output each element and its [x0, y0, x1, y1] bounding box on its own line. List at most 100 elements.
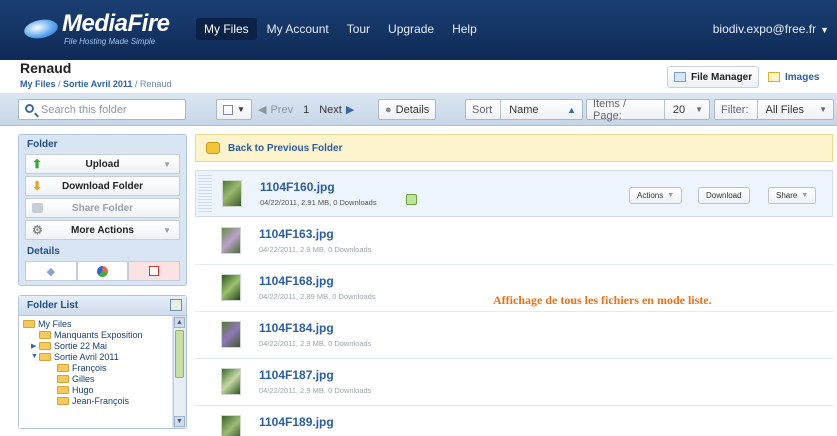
- tree-item-manquants[interactable]: Manquants Exposition: [19, 329, 172, 340]
- nav-help[interactable]: Help: [444, 18, 485, 40]
- file-row[interactable]: 1104F160.jpg 04/22/2011, 2.91 MB, 0 Down…: [195, 170, 833, 217]
- chevron-down-icon: ▼: [820, 25, 829, 35]
- folder-icon: [39, 352, 51, 361]
- file-list: Back to Previous Folder 1104F160.jpg 04/…: [195, 134, 833, 436]
- share-label: Share: [776, 191, 798, 200]
- share-button[interactable]: Share ▼: [768, 187, 817, 204]
- tree-item-sortie-avril[interactable]: ▼ Sortie Avril 2011: [19, 351, 172, 362]
- file-row[interactable]: 1104F163.jpg 04/22/2011, 2.9 MB, 0 Downl…: [195, 218, 833, 265]
- collapse-arrow-icon[interactable]: ▼: [31, 353, 39, 360]
- mediafire-logo[interactable]: MediaFire File Hosting Made Simple: [22, 10, 194, 48]
- share-folder-label: Share Folder: [71, 202, 134, 214]
- scroll-thumb[interactable]: [175, 330, 184, 378]
- tree-item-jean-francois[interactable]: Jean-François: [19, 395, 172, 406]
- file-meta: 04/22/2011, 2.9 MB, 0 Downloads: [259, 386, 372, 395]
- user-email: biodiv.expo@free.fr: [712, 22, 817, 36]
- folder-icon: [57, 396, 69, 405]
- tree-item-gilles[interactable]: Gilles: [19, 373, 172, 384]
- file-thumbnail[interactable]: [221, 368, 241, 395]
- details-button[interactable]: ● Details: [378, 99, 437, 120]
- logo-text: MediaFire: [62, 10, 170, 37]
- file-name[interactable]: 1104F187.jpg: [259, 368, 334, 382]
- download-button[interactable]: Download: [698, 187, 750, 204]
- popout-icon[interactable]: [170, 299, 182, 311]
- scroll-down-icon[interactable]: ▼: [174, 416, 185, 427]
- chevron-down-icon: ▼: [237, 105, 245, 114]
- tag-icon[interactable]: ◆: [25, 261, 77, 281]
- nav-tour[interactable]: Tour: [339, 18, 378, 40]
- file-thumbnail[interactable]: [221, 415, 241, 436]
- search-input[interactable]: Search this folder: [18, 99, 186, 120]
- images-button[interactable]: Images: [762, 66, 825, 88]
- filter-control[interactable]: Filter: All Files ▼: [714, 99, 834, 120]
- folder-list-scrollbar[interactable]: ▲ ▼: [173, 317, 185, 427]
- scroll-up-icon[interactable]: ▲: [174, 317, 185, 328]
- file-thumbnail[interactable]: [221, 227, 241, 254]
- lock-icon[interactable]: [406, 194, 417, 205]
- more-actions-button[interactable]: ⚙ More Actions ▼: [25, 220, 180, 240]
- back-to-previous-folder[interactable]: Back to Previous Folder: [195, 134, 833, 162]
- folder-icon: [39, 341, 51, 350]
- upload-arrow-icon: ⬆: [32, 157, 43, 171]
- drag-handle[interactable]: [198, 175, 212, 213]
- upload-button[interactable]: ⬆ Upload ▼: [25, 154, 180, 174]
- select-all-dropdown[interactable]: ▼: [216, 99, 252, 120]
- user-menu[interactable]: biodiv.expo@free.fr ▼: [713, 22, 829, 36]
- file-thumbnail[interactable]: [222, 180, 242, 207]
- file-name[interactable]: 1104F168.jpg: [259, 274, 334, 288]
- gear-icon: ⚙: [32, 223, 43, 237]
- actions-label: Actions: [637, 191, 664, 200]
- divider: [663, 100, 665, 119]
- select-all-checkbox[interactable]: [223, 104, 233, 115]
- actions-button[interactable]: Actions ▼: [629, 187, 683, 204]
- tree-item-my-files[interactable]: My Files: [19, 318, 172, 329]
- filter-value: All Files: [765, 103, 805, 116]
- nav-my-files[interactable]: My Files: [196, 18, 257, 40]
- file-manager-label: File Manager: [691, 71, 753, 83]
- file-row[interactable]: 1104F189.jpg: [195, 406, 833, 436]
- file-name[interactable]: 1104F184.jpg: [259, 321, 334, 335]
- folder-icon: [57, 363, 69, 372]
- filter-label: Filter:: [721, 103, 749, 116]
- logo-icon: [22, 17, 60, 41]
- nav-my-account[interactable]: My Account: [259, 18, 337, 40]
- download-folder-button[interactable]: ⬇ Download Folder: [25, 176, 180, 196]
- details-heading: Details: [27, 246, 60, 257]
- tree-item-sortie-22-mai[interactable]: ▶ Sortie 22 Mai: [19, 340, 172, 351]
- breadcrumb-current: Renaud: [139, 79, 172, 89]
- images-label: Images: [785, 71, 820, 83]
- page-number: 1: [303, 103, 310, 116]
- share-folder-button[interactable]: Share Folder: [25, 198, 180, 218]
- sort-control[interactable]: Sort Name ▲: [465, 99, 583, 120]
- file-thumbnail[interactable]: [221, 274, 241, 301]
- breadcrumb-my-files[interactable]: My Files: [20, 79, 56, 89]
- file-meta: 04/22/2011, 2.89 MB, 0 Downloads: [259, 292, 376, 301]
- top-bar: MediaFire File Hosting Made Simple My Fi…: [0, 0, 837, 60]
- chevron-down-icon: ▼: [163, 226, 171, 235]
- file-name[interactable]: 1104F189.jpg: [259, 415, 334, 429]
- tree-label: Manquants Exposition: [54, 329, 143, 340]
- back-arrow-icon: [206, 142, 220, 154]
- tree-label: François: [72, 362, 107, 373]
- file-row[interactable]: 1104F187.jpg 04/22/2011, 2.9 MB, 0 Downl…: [195, 359, 833, 406]
- pagination: ◀ Prev 1 Next ▶: [252, 99, 360, 120]
- search-icon: [25, 104, 34, 113]
- breadcrumb-sortie-avril[interactable]: Sortie Avril 2011: [63, 79, 132, 89]
- calendar-icon[interactable]: [128, 261, 181, 281]
- file-thumbnail[interactable]: [221, 321, 241, 348]
- nav-upgrade[interactable]: Upgrade: [380, 18, 442, 40]
- tree-label: Hugo: [72, 384, 94, 395]
- download-folder-label: Download Folder: [61, 180, 144, 192]
- folder-icon: [39, 330, 51, 339]
- file-name[interactable]: 1104F163.jpg: [259, 227, 334, 241]
- prev-button[interactable]: Prev: [270, 104, 293, 116]
- file-manager-button[interactable]: File Manager: [667, 66, 760, 88]
- file-row[interactable]: 1104F184.jpg 04/22/2011, 2.9 MB, 0 Downl…: [195, 312, 833, 359]
- next-button[interactable]: Next: [319, 104, 342, 116]
- stats-icon[interactable]: [76, 261, 129, 281]
- expand-arrow-icon[interactable]: ▶: [31, 342, 39, 350]
- tree-item-francois[interactable]: François: [19, 362, 172, 373]
- file-name[interactable]: 1104F160.jpg: [260, 180, 335, 194]
- items-per-page-control[interactable]: Items / Page: 20 ▼: [586, 98, 710, 122]
- tree-item-hugo[interactable]: Hugo: [19, 384, 172, 395]
